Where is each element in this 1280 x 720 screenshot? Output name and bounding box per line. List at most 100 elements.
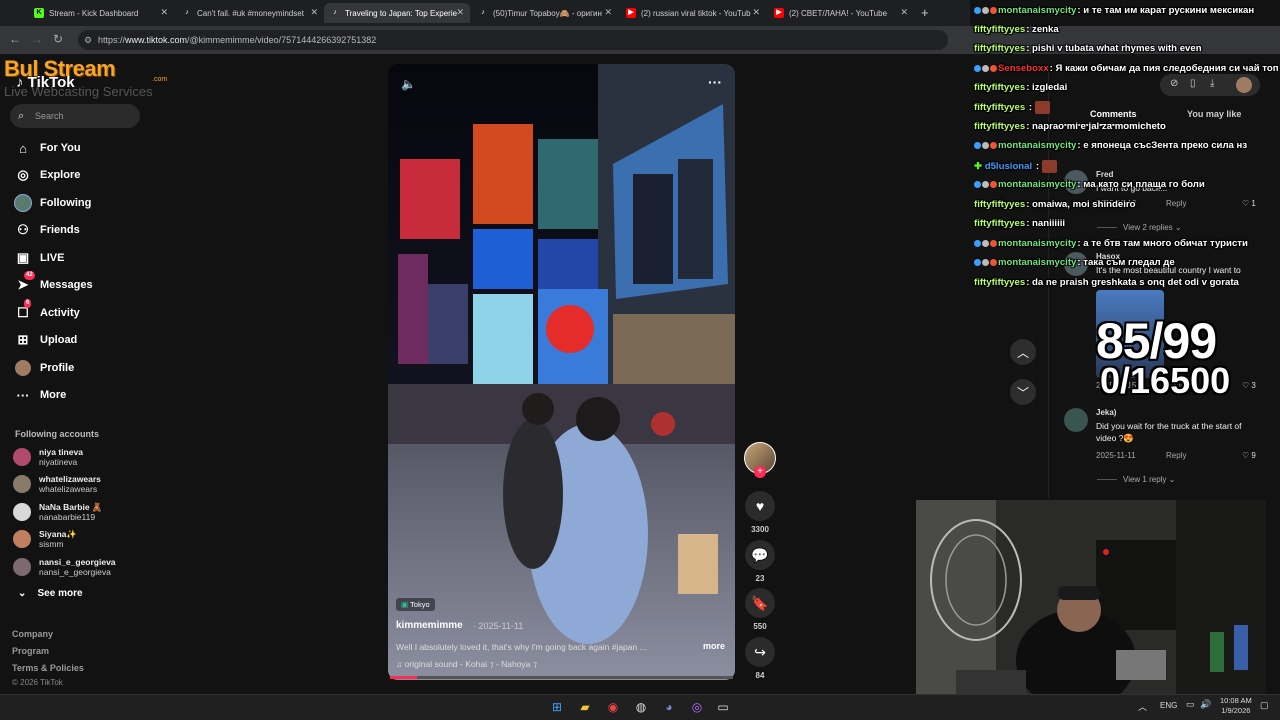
nav-live[interactable]: ▣ LIVE [14, 248, 65, 268]
clock[interactable]: 10:08 AM 1/9/2026 [1220, 696, 1252, 716]
network-icon[interactable]: ▭ [1186, 699, 1195, 710]
notification-icon[interactable]: ▢ [1260, 700, 1269, 711]
close-icon[interactable]: ✕ [310, 7, 318, 18]
nav-more[interactable]: ··· More [14, 385, 67, 405]
nav-following[interactable]: Following [14, 193, 91, 213]
avatar[interactable] [1236, 77, 1252, 93]
search-icon: ⌕ [18, 110, 25, 122]
windows-start-icon[interactable]: ⊞ [548, 698, 566, 716]
previous-video-button[interactable]: ︿ [1010, 339, 1036, 365]
discord-icon[interactable]: ◕ [660, 698, 678, 716]
browser-tab-active[interactable]: ♪ Traveling to Japan: Top Experie ✕ [324, 3, 470, 23]
download-icon[interactable]: ⤓ [1210, 78, 1214, 89]
footer-link-company[interactable]: Company [12, 629, 53, 639]
share-button[interactable]: ↪ [745, 637, 775, 667]
like-button[interactable]: ♥ [745, 491, 775, 521]
nav-messages[interactable]: ➤ 42 Messages [14, 271, 93, 295]
nav-activity[interactable]: ☐ 6 Activity [14, 299, 80, 323]
chat-username[interactable]: Senseboxx [998, 63, 1049, 74]
volume-tray-icon[interactable]: 🔊 [1200, 699, 1211, 710]
file-explorer-icon[interactable]: ▰ [576, 698, 594, 716]
chat-username[interactable]: fiftyfiftyyes [974, 82, 1025, 93]
close-icon[interactable]: ✕ [900, 7, 908, 18]
volume-icon[interactable]: 🔈 [401, 77, 416, 91]
search-input[interactable]: ⌕ Search [10, 104, 140, 128]
following-account[interactable]: niya tineva niyatineva [13, 445, 83, 469]
chat-username[interactable]: montanaismycity [998, 5, 1076, 16]
chat-username[interactable]: fiftyfiftyyes [974, 121, 1025, 132]
video-sound[interactable]: ♫ original sound - Kohai ⁊ - Nahoya ⁊ [396, 659, 537, 670]
nav-profile[interactable]: Profile [14, 358, 74, 378]
close-icon[interactable]: ✕ [604, 7, 612, 18]
chat-username[interactable]: montanaismycity [998, 140, 1076, 151]
description-more-button[interactable]: more [703, 641, 725, 651]
following-account[interactable]: Siyana✨ sismm [13, 527, 77, 551]
comment-button[interactable]: 💬 [745, 540, 775, 570]
tab-you-may-like[interactable]: You may like [1187, 109, 1241, 119]
comment-like[interactable]: ♡ 3 [1242, 381, 1256, 390]
extension-icon[interactable]: ⊘ [1170, 78, 1178, 89]
avatar[interactable] [1064, 408, 1088, 432]
close-icon[interactable]: ✕ [160, 7, 168, 18]
next-video-button[interactable]: ﹀ [1010, 379, 1036, 405]
address-bar[interactable]: ⚙ https://www.tiktok.com/@kimmemimme/vid… [78, 30, 948, 50]
forward-icon[interactable]: → [31, 32, 43, 46]
comment-like[interactable]: ♡ 1 [1242, 199, 1256, 208]
follow-plus-icon[interactable]: + [754, 466, 766, 478]
following-account[interactable]: whatelizawears whatelizawears [13, 472, 101, 496]
close-icon[interactable]: ✕ [456, 7, 464, 18]
chrome-icon[interactable]: ◉ [604, 698, 622, 716]
following-account[interactable]: NaNa Barbie 🧸 nanabarbie119 [13, 500, 103, 524]
nav-friends[interactable]: ⚇ Friends [14, 220, 80, 240]
chat-username[interactable]: fiftyfiftyyes [974, 102, 1025, 113]
close-icon[interactable]: ✕ [752, 7, 760, 18]
reply-button[interactable]: Reply [1166, 451, 1186, 460]
footer-link-terms[interactable]: Terms & Policies [12, 663, 84, 673]
chat-username[interactable]: fiftyfiftyyes [974, 218, 1025, 229]
chat-username[interactable]: fiftyfiftyyes [974, 277, 1025, 288]
reload-icon[interactable]: ↻ [53, 32, 63, 46]
view-replies-button[interactable]: View 1 reply ⌄ [1097, 475, 1175, 484]
browser-tab[interactable]: ▶ (2) СВЕТ/ЛАНА! - YouTube ✕ [768, 3, 914, 23]
chat-username[interactable]: fiftyfiftyyes [974, 199, 1025, 210]
terminal-icon[interactable]: ▭ [714, 698, 732, 716]
following-account[interactable]: nansi_e_georgieva nansi_e_georgieva [13, 555, 116, 579]
comment-user[interactable]: Jeka) [1096, 408, 1116, 417]
tab-comments[interactable]: Comments [1090, 109, 1137, 119]
nav-explore[interactable]: ◎ Explore [14, 165, 80, 185]
save-button[interactable]: 🔖 [745, 588, 775, 618]
chat-username[interactable]: fiftyfiftyyes [974, 43, 1025, 54]
location-tag[interactable]: ▣ Tokyo [396, 598, 435, 611]
site-info-icon[interactable]: ⚙ [84, 30, 92, 50]
video-player[interactable] [388, 64, 735, 680]
footer-link-program[interactable]: Program [12, 646, 49, 656]
chat-username[interactable]: montanaismycity [998, 257, 1076, 268]
nav-upload[interactable]: ⊞ Upload [14, 330, 78, 350]
see-more-button[interactable]: ⌄ See more [18, 588, 83, 599]
browser-tab[interactable]: ♪ Can't fail. #uk #moneymindset ✕ [176, 3, 324, 23]
new-tab-button[interactable]: + [921, 5, 929, 20]
comment-like[interactable]: ♡ 9 [1242, 451, 1256, 460]
video-author[interactable]: kimmemimme [396, 620, 463, 631]
tray-chevron-up-icon[interactable]: ︿ [1138, 700, 1147, 713]
chat-username[interactable]: montanaismycity [998, 238, 1076, 249]
chat-username[interactable]: fiftyfiftyyes [974, 24, 1025, 35]
device-icon[interactable]: ▯ [1190, 78, 1196, 89]
language-indicator[interactable]: ENG [1160, 701, 1177, 710]
like-count: 1 [1251, 199, 1256, 208]
nav-for-you[interactable]: ⌂ For You [14, 138, 80, 158]
chat-username[interactable]: montanaismycity [998, 179, 1076, 190]
obs-icon[interactable]: ◍ [632, 698, 650, 716]
reply-button[interactable]: Reply [1166, 199, 1186, 208]
tiktok-logo[interactable]: ♪ TikTok [16, 74, 75, 91]
streamlabs-icon[interactable]: ◎ [688, 698, 706, 716]
more-options-icon[interactable]: ··· [708, 74, 722, 90]
view-replies-button[interactable]: View 2 replies ⌄ [1097, 223, 1182, 232]
browser-tab[interactable]: ♪ (50)Timur Topaboy🙈 - оригин ✕ [472, 3, 618, 23]
video-progress-bar[interactable] [390, 676, 733, 679]
comment-user[interactable]: Fred [1096, 170, 1113, 179]
back-icon[interactable]: ← [9, 32, 21, 46]
chat-username[interactable]: d5lusional [985, 161, 1032, 172]
browser-tab[interactable]: K Stream - Kick Dashboard ✕ [28, 3, 174, 23]
browser-tab[interactable]: ▶ (2) russian viral tiktok - YouTub ✕ [620, 3, 766, 23]
